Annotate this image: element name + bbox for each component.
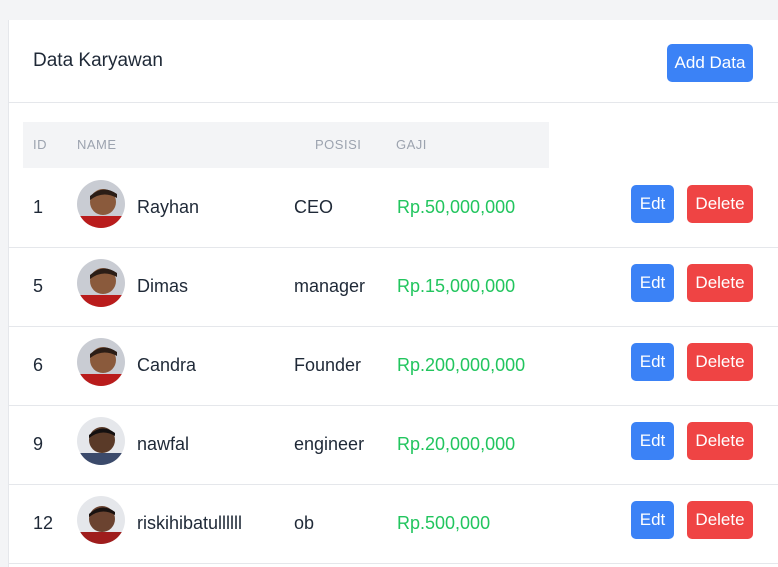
edit-button[interactable]: Edt: [631, 264, 674, 302]
card-header: Data Karyawan Add Data: [9, 20, 778, 103]
edit-button[interactable]: Edt: [631, 185, 674, 223]
employee-position: manager: [294, 276, 366, 296]
table-row: 1 Rayhan CEO Rp.50,000,000 Edt Delete: [9, 168, 778, 248]
delete-button[interactable]: Delete: [687, 501, 753, 539]
table-row: 5 Dimas manager Rp.15,000,000 Edt Delete: [9, 247, 778, 327]
table-row: 9 nawfal engineer Rp.20,000,000 Edt Dele…: [9, 405, 778, 485]
page-title: Data Karyawan: [33, 50, 163, 71]
avatar: [77, 338, 125, 386]
employee-salary: Rp.200,000,000: [397, 355, 526, 375]
employee-position: Founder: [294, 355, 362, 375]
delete-button[interactable]: Delete: [687, 185, 753, 223]
employee-salary: Rp.500,000: [397, 513, 491, 533]
employee-position: engineer: [294, 434, 365, 454]
row-id: 6: [33, 355, 44, 375]
employee-position: CEO: [294, 197, 334, 217]
row-id: 9: [33, 434, 44, 454]
avatar: [77, 259, 125, 307]
edit-button[interactable]: Edt: [631, 422, 674, 460]
employee-salary: Rp.15,000,000: [397, 276, 516, 296]
column-header-gaji: GAJI: [396, 137, 427, 152]
employee-name: riskihibatullllll: [137, 513, 243, 533]
employee-name: Candra: [137, 355, 197, 375]
table-row: 6 Candra Founder Rp.200,000,000 Edt Dele…: [9, 326, 778, 406]
employee-salary: Rp.20,000,000: [397, 434, 516, 454]
column-header-id: ID: [33, 137, 47, 152]
delete-button[interactable]: Delete: [687, 343, 753, 381]
row-id: 5: [33, 276, 44, 296]
employee-position: ob: [294, 513, 315, 533]
avatar: [77, 180, 125, 228]
column-header-posisi: POSISI: [315, 137, 362, 152]
employee-name: Rayhan: [137, 197, 200, 217]
employee-salary: Rp.50,000,000: [397, 197, 516, 217]
add-data-button[interactable]: Add Data: [667, 44, 753, 82]
column-header-name: NAME: [77, 137, 117, 152]
delete-button[interactable]: Delete: [687, 264, 753, 302]
table-header: ID NAME POSISI GAJI: [23, 122, 549, 168]
delete-button[interactable]: Delete: [687, 422, 753, 460]
table-row: 12 riskihibatullllll ob Rp.500,000 Edt D…: [9, 484, 778, 564]
row-id: 1: [33, 197, 44, 217]
employee-card: Data Karyawan Add Data ID NAME POSISI GA…: [8, 20, 778, 567]
employee-name: Dimas: [137, 276, 189, 296]
avatar: [77, 417, 125, 465]
employee-name: nawfal: [137, 434, 190, 454]
row-id: 12: [33, 513, 54, 533]
edit-button[interactable]: Edt: [631, 501, 674, 539]
edit-button[interactable]: Edt: [631, 343, 674, 381]
avatar: [77, 496, 125, 544]
